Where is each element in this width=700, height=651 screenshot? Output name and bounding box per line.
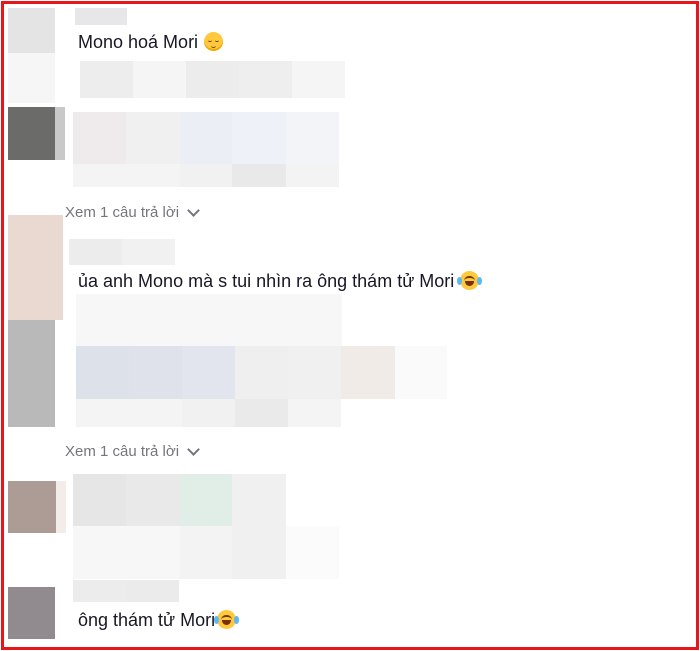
content-blur [180, 112, 232, 164]
content-blur [235, 346, 288, 399]
avatar[interactable] [8, 587, 55, 639]
content-blur [182, 346, 235, 399]
avatar[interactable] [8, 215, 63, 320]
username-blur[interactable] [73, 580, 126, 602]
content-blur [126, 474, 180, 526]
content-blur [286, 526, 339, 579]
content-blur [232, 164, 286, 187]
content-blur [126, 526, 180, 579]
username-blur[interactable] [69, 239, 122, 265]
content-blur [232, 526, 286, 579]
content-blur [180, 526, 232, 579]
content-blur [232, 112, 286, 164]
meta-blur [80, 61, 133, 98]
content-blur [73, 474, 126, 526]
username-blur[interactable] [122, 239, 175, 265]
meta-blur [239, 61, 292, 98]
content-blur [288, 399, 341, 427]
avatar-shadow [8, 53, 55, 103]
content-blur [232, 474, 286, 526]
content-blur [395, 346, 447, 399]
content-blur [76, 346, 129, 399]
content-blur [180, 164, 232, 187]
content-blur [288, 346, 341, 399]
view-replies-label: Xem 1 câu trả lời [65, 204, 180, 221]
content-blur [341, 346, 395, 399]
content-blur [180, 474, 232, 526]
content-blur [76, 399, 129, 427]
avatar[interactable] [8, 481, 56, 533]
avatar[interactable] [8, 320, 55, 427]
avatar[interactable] [8, 8, 55, 53]
comment-text: Mono hoá Mori [78, 31, 224, 53]
content-blur [286, 164, 339, 187]
face-with-tears-of-joy-icon [457, 271, 483, 290]
meta-blur [292, 61, 345, 98]
username-blur[interactable] [126, 580, 179, 602]
content-blur [182, 399, 235, 427]
avatar[interactable] [8, 107, 55, 160]
content-blur [235, 399, 288, 427]
meta-blur [76, 294, 342, 346]
pensive-face-icon [204, 32, 224, 51]
chevron-down-icon [187, 204, 200, 217]
meta-blur [133, 61, 186, 98]
content-blur [286, 112, 339, 164]
content-blur [126, 164, 180, 187]
view-replies-button[interactable]: Xem 1 câu trả lời [65, 442, 200, 462]
view-replies-label: Xem 1 câu trả lời [65, 443, 180, 460]
chevron-down-icon [187, 443, 200, 456]
avatar-edge [55, 107, 65, 160]
avatar-edge [56, 481, 66, 533]
content-blur [129, 399, 182, 427]
content-blur [129, 346, 182, 399]
content-blur [73, 526, 126, 579]
content-blur [73, 164, 126, 187]
username-blur[interactable] [75, 8, 127, 25]
comment-text: ông thám tử Mori [78, 609, 240, 631]
content-blur [73, 112, 126, 164]
meta-blur [186, 61, 239, 98]
face-with-tears-of-joy-icon [214, 610, 240, 629]
content-blur [126, 112, 180, 164]
comment-text: ủa anh Mono mà s tui nhìn ra ông thám tử… [78, 270, 483, 292]
view-replies-button[interactable]: Xem 1 câu trả lời [65, 203, 200, 223]
